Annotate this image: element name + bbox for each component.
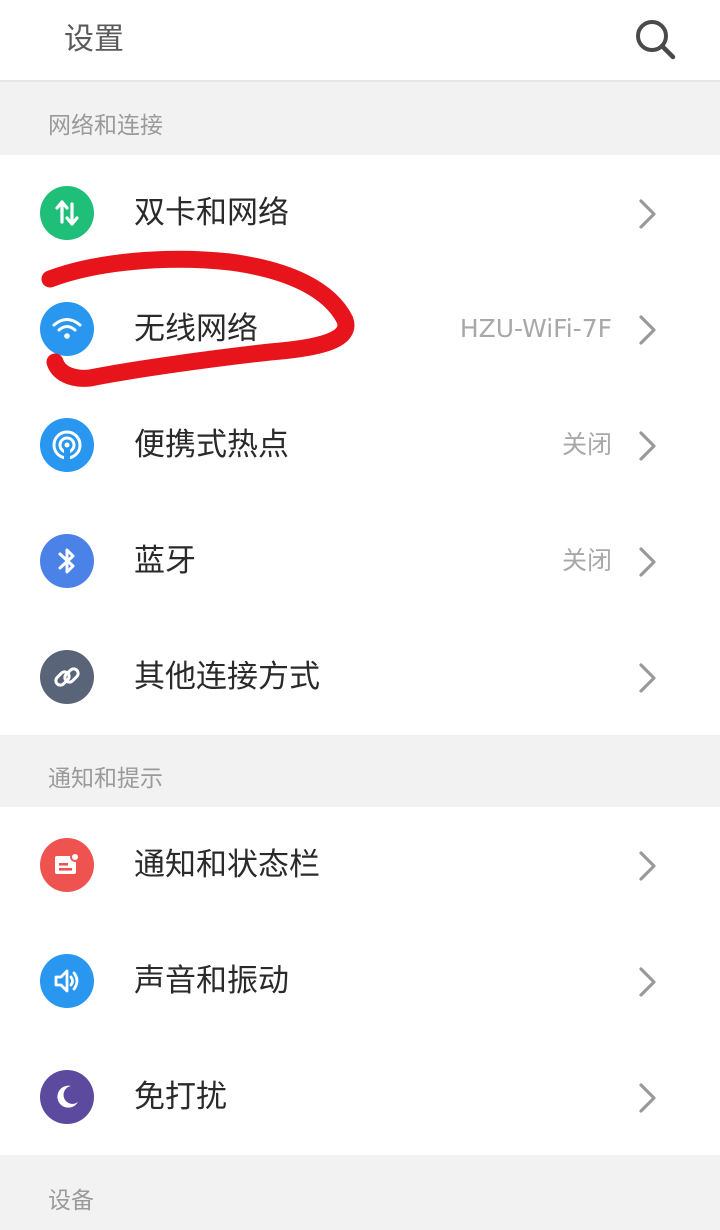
chevron-right-icon [636, 314, 660, 346]
section-title: 网络和连接 [48, 113, 163, 139]
page-title: 设置 [64, 22, 124, 57]
data-transfer-icon [40, 186, 94, 240]
setting-label: 声音和振动 [134, 963, 289, 999]
section-title: 设备 [48, 1188, 94, 1214]
setting-row-hotspot[interactable]: 便携式热点 关闭 [0, 387, 720, 503]
setting-row-dual-sim[interactable]: 双卡和网络 [0, 155, 720, 271]
wifi-icon [40, 302, 94, 356]
chevron-right-icon [636, 1082, 660, 1114]
setting-value: 关闭 [561, 546, 612, 575]
section-header-device: 设备 [0, 1155, 720, 1230]
setting-label: 蓝牙 [134, 543, 196, 579]
setting-label: 免打扰 [134, 1079, 227, 1115]
setting-row-bluetooth[interactable]: 蓝牙 关闭 [0, 503, 720, 619]
moon-icon [40, 1070, 94, 1124]
chevron-right-icon [636, 546, 660, 578]
setting-row-other-connections[interactable]: 其他连接方式 [0, 619, 720, 735]
setting-value: HZU-WiFi-7F [459, 314, 612, 343]
chevron-right-icon [636, 850, 660, 882]
section-title: 通知和提示 [48, 766, 163, 792]
setting-label: 无线网络 [134, 311, 258, 347]
chevron-right-icon [636, 966, 660, 998]
setting-label: 便携式热点 [134, 427, 289, 463]
chevron-right-icon [636, 430, 660, 462]
sound-icon [40, 954, 94, 1008]
link-icon [40, 650, 94, 704]
setting-label: 其他连接方式 [134, 659, 320, 695]
setting-row-notifications[interactable]: 通知和状态栏 [0, 807, 720, 923]
search-icon[interactable] [630, 14, 680, 64]
notification-icon [40, 838, 94, 892]
setting-row-sound[interactable]: 声音和振动 [0, 923, 720, 1039]
setting-value: 关闭 [561, 430, 612, 459]
setting-label: 通知和状态栏 [134, 847, 320, 883]
chevron-right-icon [636, 198, 660, 230]
setting-label: 双卡和网络 [134, 195, 289, 231]
bluetooth-icon [40, 534, 94, 588]
section-header-network: 网络和连接 [0, 82, 720, 155]
chevron-right-icon [636, 662, 660, 694]
setting-row-do-not-disturb[interactable]: 免打扰 [0, 1039, 720, 1155]
section-header-notifications: 通知和提示 [0, 735, 720, 807]
top-bar: 设置 [0, 0, 720, 82]
hotspot-icon [40, 418, 94, 472]
setting-row-wifi[interactable]: 无线网络 HZU-WiFi-7F [0, 271, 720, 387]
